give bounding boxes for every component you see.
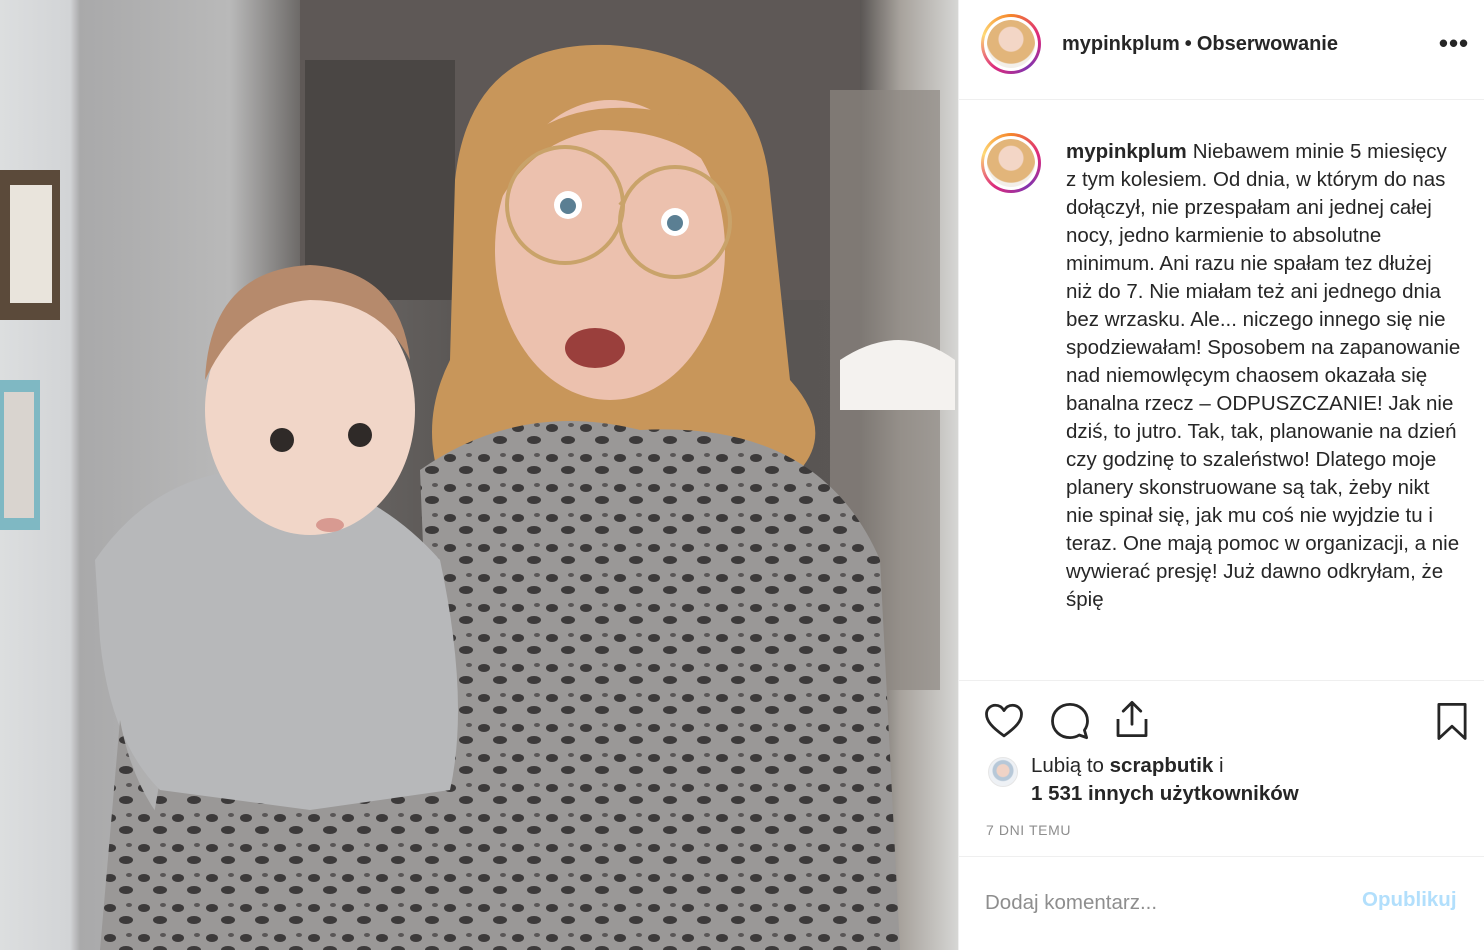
photo-illustration xyxy=(0,0,955,950)
share-icon[interactable] xyxy=(1111,698,1153,740)
post-timestamp[interactable]: 7 DNI TEMU xyxy=(986,822,1071,838)
bookmark-icon[interactable] xyxy=(1431,700,1473,742)
liker-avatar[interactable] xyxy=(988,757,1018,787)
caption-avatar-image xyxy=(987,139,1035,187)
post-caption: mypinkplum Niebawem minie 5 miesięcy z ty… xyxy=(1066,138,1461,614)
comment-input[interactable] xyxy=(985,886,1325,920)
liker-username-link[interactable]: scrapbutik xyxy=(1110,754,1214,777)
comment-icon[interactable] xyxy=(1049,700,1091,742)
caption-text: Niebawem minie 5 miesięcy z tym kolesiem… xyxy=(1066,140,1461,611)
mouth xyxy=(565,328,625,368)
likes-summary: Lubią to scrapbutik i xyxy=(1031,754,1224,778)
more-options-icon[interactable]: ••• xyxy=(1436,30,1472,60)
header-separator: • xyxy=(1184,33,1192,55)
follow-status-button[interactable]: Obserwowanie xyxy=(1197,33,1338,55)
comments-scroll-area[interactable]: mypinkplum Niebawem minie 5 miesięcy z ty… xyxy=(959,100,1484,680)
wall-frame-picture xyxy=(10,185,52,303)
likes-count-link[interactable]: 1 531 innych użytkowników xyxy=(1031,782,1299,806)
lamp-shade xyxy=(840,340,955,410)
post-photo[interactable] xyxy=(0,0,958,950)
publish-button[interactable]: Opublikuj xyxy=(1362,888,1457,912)
author-avatar[interactable] xyxy=(981,14,1041,74)
header-user-line: mypinkplum • Obserwowanie xyxy=(1062,33,1338,56)
author-avatar-image xyxy=(987,20,1035,68)
likes-prefix: Lubią to xyxy=(1031,754,1104,777)
caption-author-avatar[interactable] xyxy=(981,133,1041,193)
heart-icon[interactable] xyxy=(983,700,1025,742)
likes-conjunction: i xyxy=(1219,754,1224,777)
caption-username-link[interactable]: mypinkplum xyxy=(1066,140,1187,163)
header-username-link[interactable]: mypinkplum xyxy=(1062,33,1180,55)
